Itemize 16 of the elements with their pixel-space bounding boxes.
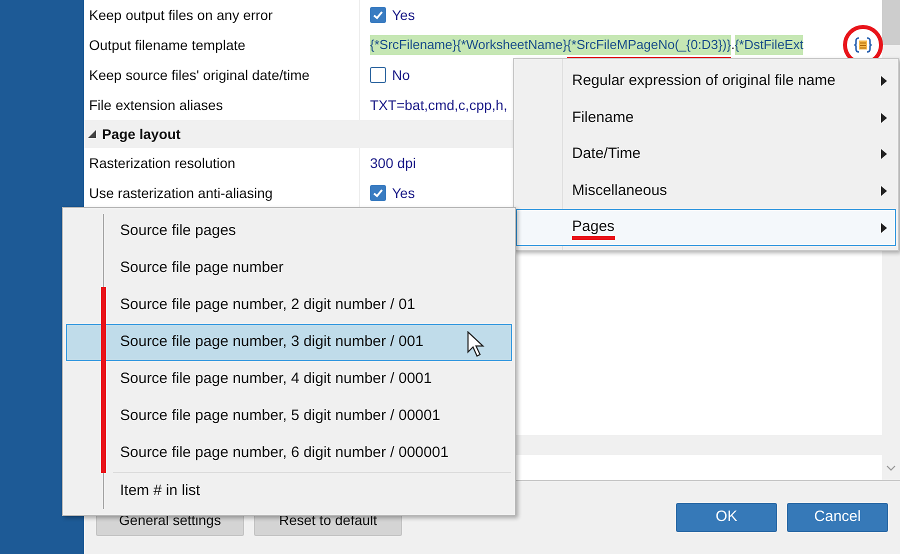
setting-label: Use rasterization anti-aliasing <box>89 184 273 203</box>
setting-label: Output filename template <box>89 36 246 55</box>
setting-label: File extension aliases <box>89 96 223 114</box>
template-token: {*SrcFileMPageNo(_{0:D3})} <box>567 35 732 55</box>
setting-label: Keep output files on any error <box>89 6 273 25</box>
setting-label: Rasterization resolution <box>89 154 236 172</box>
template-token: {*SrcFilename} <box>370 35 457 55</box>
setting-value: Yes <box>392 184 415 202</box>
template-token: .{*DstFileExt <box>731 35 804 55</box>
setting-value: Yes <box>392 6 415 24</box>
setting-value: TXT=bat,cmd,c,cpp,h, <box>370 96 508 115</box>
setting-label: Keep source files' original date/time <box>89 66 310 85</box>
template-token: {*WorksheetName} <box>456 35 568 55</box>
group-title: Page layout <box>102 124 181 144</box>
setting-value: No <box>392 66 410 84</box>
setting-value: 300 dpi <box>370 154 416 173</box>
